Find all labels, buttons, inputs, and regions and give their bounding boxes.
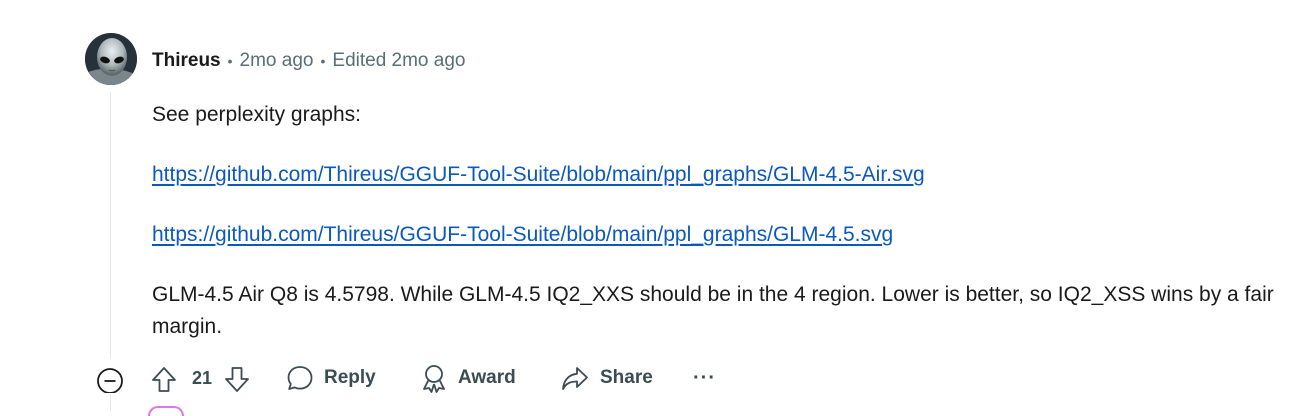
edited-timestamp: Edited 2mo ago <box>332 50 466 71</box>
comment-actions: 21 Reply Award Share ··· <box>95 359 795 397</box>
comment-text-intro: See perplexity graphs: <box>152 103 361 126</box>
speech-bubble-icon <box>287 366 313 390</box>
alien-avatar-icon <box>85 33 137 85</box>
share-label: Share <box>600 367 653 388</box>
avatar[interactable] <box>85 33 137 85</box>
comment: Thireus • 2mo ago • Edited 2mo ago See p… <box>0 0 1309 416</box>
minus-circle-icon <box>97 368 123 393</box>
share-arrow-icon <box>562 367 588 390</box>
ellipsis-icon: ··· <box>693 366 716 389</box>
comment-text-conclusion: GLM-4.5 Air Q8 is 4.5798. While GLM-4.5 … <box>152 283 1274 338</box>
separator-dot: • <box>227 53 233 69</box>
reply-button[interactable]: Reply <box>286 359 376 397</box>
award-label: Award <box>458 367 516 388</box>
author-name[interactable]: Thireus <box>152 50 221 72</box>
next-comment-avatar[interactable] <box>148 406 184 416</box>
separator-dot: • <box>320 53 326 69</box>
vote-count: 21 <box>192 367 213 388</box>
award-ribbon-icon <box>423 365 445 393</box>
award-button[interactable]: Award <box>420 359 516 397</box>
comment-meta: Thireus • 2mo ago • Edited 2mo ago <box>152 49 465 73</box>
link-glm-air-graph[interactable]: https://github.com/Thireus/GGUF-Tool-Sui… <box>152 159 925 191</box>
upvote-button[interactable] <box>150 359 178 397</box>
reply-label: Reply <box>324 367 376 388</box>
downvote-button[interactable] <box>223 359 251 397</box>
arrow-up-icon <box>152 367 176 392</box>
share-button[interactable]: Share <box>560 359 653 397</box>
link-glm-graph[interactable]: https://github.com/Thireus/GGUF-Tool-Sui… <box>152 219 893 251</box>
thread-line[interactable] <box>110 92 111 358</box>
timestamp[interactable]: 2mo ago <box>240 50 314 72</box>
more-options-button[interactable]: ··· <box>693 359 716 397</box>
arrow-down-icon <box>225 367 249 392</box>
collapse-button[interactable] <box>95 359 125 397</box>
